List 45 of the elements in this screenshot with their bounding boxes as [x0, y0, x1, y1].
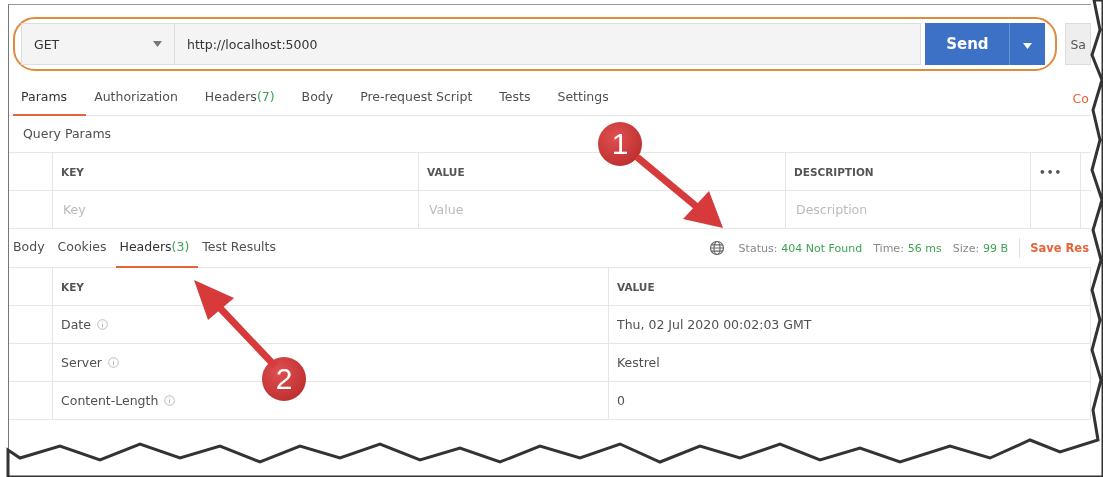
method-dropdown[interactable]: GET — [21, 23, 175, 65]
param-input[interactable]: Key — [61, 201, 387, 218]
url-field[interactable]: http://localhost:5000 — [175, 23, 922, 65]
caret-icon — [1023, 42, 1033, 49]
time-value: 56 ms — [907, 241, 942, 255]
response-tab[interactable]: Cookies — [53, 228, 116, 268]
header-key: Server — [61, 355, 102, 370]
callout-badge: 2 — [262, 357, 306, 401]
send-options-button[interactable] — [1009, 23, 1046, 65]
arrow-icon — [635, 155, 725, 230]
size-label: Size: — [952, 241, 980, 255]
param-input[interactable]: Value — [427, 201, 754, 218]
request-tab[interactable]: Params — [13, 80, 87, 116]
header-key: Content-Length — [61, 393, 159, 408]
request-tab[interactable]: Body — [293, 80, 353, 116]
param-input[interactable]: Description — [794, 201, 1011, 218]
request-tab[interactable]: Settings — [549, 80, 628, 116]
status-value: 404 Not Found — [781, 241, 863, 255]
info-icon — [108, 357, 119, 368]
column-header: DESCRIPTION — [786, 153, 1031, 190]
response-tab[interactable]: Headers(3) — [115, 228, 199, 268]
request-tab[interactable]: Authorization — [86, 80, 197, 116]
column-header: KEY — [53, 153, 419, 190]
info-icon — [164, 395, 176, 406]
send-button[interactable]: Send — [925, 23, 1010, 65]
request-tab[interactable]: Headers(7) — [196, 80, 294, 116]
header-value: Thu, 02 Jul 2020 00:02:03 GMT — [617, 317, 812, 332]
request-tab[interactable]: Pre-request Script — [352, 80, 492, 116]
size-value: 99 B — [983, 241, 1009, 255]
caret-icon — [153, 41, 162, 47]
response-tab[interactable]: Body — [9, 228, 54, 268]
cookies-link[interactable]: Co — [1072, 90, 1089, 106]
callout-badge: 1 — [598, 122, 642, 166]
header-key: Date — [61, 317, 91, 332]
header-value: Kestrel — [617, 355, 660, 370]
response-tab[interactable]: Test Results — [198, 228, 285, 268]
time-label: Time: — [873, 241, 904, 255]
header-value: 0 — [617, 393, 625, 408]
status-label: Status: — [738, 241, 778, 255]
more-options-button[interactable]: ••• — [1031, 153, 1081, 190]
save-button[interactable]: Sa — [1065, 23, 1091, 65]
arrow-icon — [192, 278, 277, 368]
info-icon — [96, 319, 108, 330]
globe-icon[interactable] — [708, 240, 725, 256]
request-tab[interactable]: Tests — [491, 80, 550, 116]
